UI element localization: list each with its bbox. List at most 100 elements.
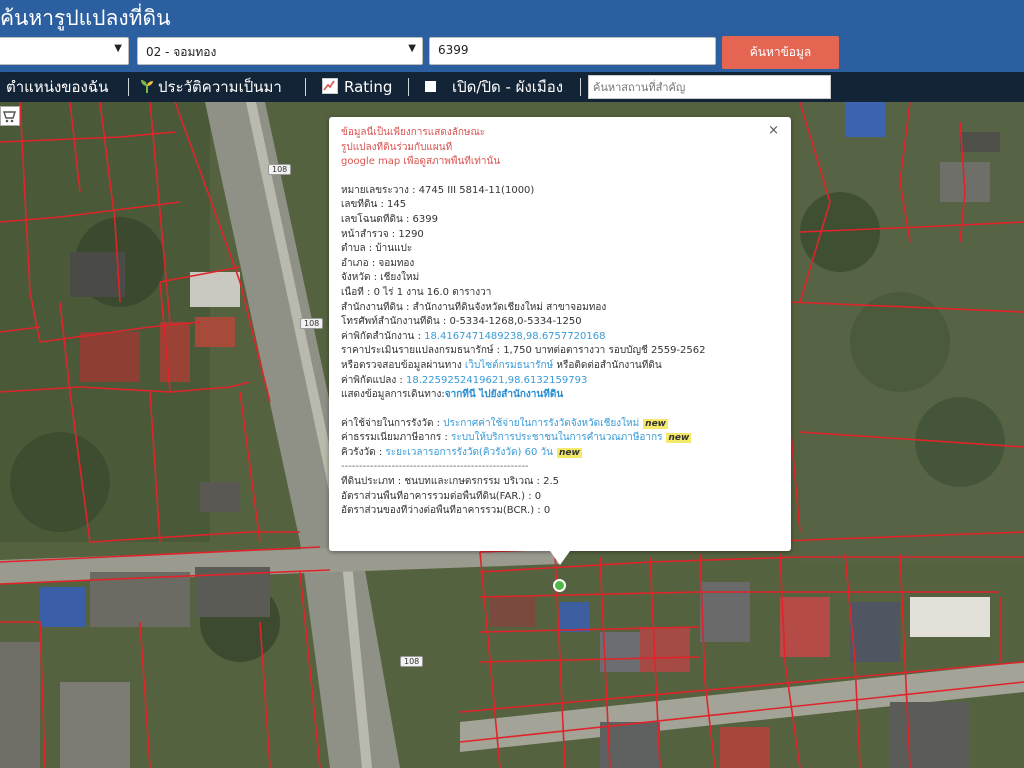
field-label: หรือติดต่อสำนักงานที่ดิน [553,359,662,371]
route-link[interactable]: จากที่นี่ ไปยังสำนักงานที่ดิน [445,389,563,400]
survey-queue-link[interactable]: ระยะเวลารอการรังวัด(คิวรังวัด) 60 วัน [385,447,553,458]
field-label: หมายเลขระวาง : [341,184,419,196]
parcel-coord-row: ค่าพิกัดแปลง : 18.2259252419621,98.61321… [341,374,779,389]
field-value: 4745 III 5814-11(1000) [418,184,535,196]
road-number-label: 108 [400,656,424,667]
place-search-input[interactable] [588,75,831,99]
verify-row: หรือตรวจสอบข้อมูลผ่านทาง เว็บไซต์กรมธนาร… [341,359,779,374]
disclaimer-line: รูปแปลงที่ดินร่วมกับแผนที่ [341,141,453,153]
close-icon[interactable]: × [768,123,779,139]
field-value: 0-5334-1268,0-5334-1250 [449,316,582,328]
parcel-info-popup: × ข้อมูลนี้เป็นเพียงการแสดงลักษณะ รูปแปล… [329,117,791,565]
field-row: ตำบล : บ้านแปะ [341,242,779,257]
field-value: 0 ไร่ 1 งาน 16.0 ตารางวา [373,286,492,298]
field-label: สำนักงานที่ดิน : [341,301,413,313]
chevron-down-icon: ▼ [114,43,122,54]
field-label: ตำบล : [341,243,376,255]
history-label: ประวัติความเป็นมา [158,78,282,96]
new-badge: new [556,447,582,458]
deed-number-input[interactable]: 6399 [429,37,716,65]
deed-number-value: 6399 [438,43,469,57]
zone-row: ที่ดินประเภท : ชนบทและเกษตรกรรม บริเวณ :… [341,476,560,488]
measure-tool-button[interactable] [0,106,20,126]
queue-row: คิวรังวัด : ระยะเวลารอการรังวัด(คิวรังวั… [341,446,779,461]
field-label: ค่าใช้จ่ายในการรังวัด : [341,417,444,429]
chart-icon [322,78,338,94]
province-select[interactable]: ▼ [0,37,129,65]
field-row: สำนักงานที่ดิน : สำนักงานที่ดินจังหวัดเช… [341,301,779,316]
field-row: เลขโฉนดที่ดิน : 6399 [341,213,779,228]
city-plan-toggle[interactable]: เปิด/ปิด - ผังเมือง [425,72,563,102]
field-label: หรือตรวจสอบข้อมูลผ่านทาง [341,359,465,371]
field-label: โทรศัพท์สำนักงานที่ดิน : [341,316,450,328]
search-button[interactable]: ค้นหาข้อมูล [722,36,839,69]
field-label: คิวรังวัด : [341,446,386,458]
new-badge: new [643,418,668,429]
disclaimer-line: google map เพื่อดูสภาพพื้นที่เท่านั้น [341,156,501,168]
cart-icon [3,111,16,123]
district-select[interactable]: 02 - จอมทอง ▼ [137,37,423,65]
toolbar: ตำแหน่งของฉัน ประวัติความเป็นมา Rating เ… [0,72,1024,102]
tax-calculator-link[interactable]: ระบบให้บริการประชาชนในการคำนวณภาษีอากร [451,432,662,443]
chevron-down-icon: ▼ [408,43,416,54]
field-label: เลขโฉนดที่ดิน : [341,213,413,225]
separator [408,78,409,96]
field-row: เนื้อที่ : 0 ไร่ 1 งาน 16.0 ตารางวา [341,286,779,301]
field-label: เนื้อที่ : [341,286,374,298]
separator [580,78,581,96]
office-coord-link[interactable]: 18.41674714892​38,98.6757720168 [424,331,605,342]
field-row: จังหวัด : เชียงใหม่ [341,271,779,286]
survey-fee-link[interactable]: ประกาศค่าใช้จ่ายในการรังวัดจังหวัดเชียงใ… [443,418,639,429]
field-row: อำเภอ : จอมทอง [341,257,779,272]
separator [128,78,129,96]
sprout-icon [141,80,153,93]
survey-fee-row: ค่าใช้จ่ายในการรังวัด : ประกาศค่าใช้จ่าย… [341,417,779,432]
field-label: ค่าพิกัดสำนักงาน : [341,330,425,342]
field-label: ค่าธรรมเนียมภาษีอากร : [341,432,452,444]
bcr-row: อัตราส่วนของที่ว่างต่อพื้นที่อาคารรวม(BC… [341,505,551,517]
field-row: หน้าสำรวจ : 1290 [341,228,779,243]
field-value: 6399 [412,213,438,225]
field-value: 145 [387,199,407,211]
separator [305,78,306,96]
office-coord-row: ค่าพิกัดสำนักงาน : 18.41674714892​38,98.… [341,330,779,345]
field-value: เชียงใหม่ [380,272,420,284]
my-location-link[interactable]: ตำแหน่งของฉัน [6,72,108,102]
road-number-label: 108 [268,164,292,175]
divider: ----------------------------------------… [341,461,529,473]
field-row: เลขที่ดิน : 145 [341,198,779,213]
field-value: 1290 [398,228,424,240]
field-label: อำเภอ : [341,257,379,269]
parcel-coord-link[interactable]: 18.2259252419621,98.6132159793 [406,375,587,386]
tax-row: ค่าธรรมเนียมภาษีอากร : ระบบให้บริการประช… [341,431,779,446]
city-plan-label: เปิด/ปิด - ผังเมือง [452,78,564,96]
field-label: หน้าสำรวจ : [341,228,399,240]
appraisal-row: ราคาประเมินรายแปลงกรมธนารักษ์ : 1,750 บา… [341,345,706,357]
road-number-label: 108 [300,318,324,329]
field-row: โทรศัพท์สำนักงานที่ดิน : 0-5334-1268,0-5… [341,315,779,330]
rating-label: Rating [344,78,393,96]
field-label: แสดงข้อมูลการเดินทาง: [341,389,445,401]
rating-link[interactable]: Rating [322,72,392,102]
new-badge: new [666,433,692,444]
top-header: ค้นหารูปแปลงที่ดิน ▼ 02 - จอมทอง ▼ 6399 … [0,0,1024,72]
field-label: จังหวัด : [341,272,381,284]
field-value: บ้านแปะ [375,243,413,255]
field-row: หมายเลขระวาง : 4745 III 5814-11(1000) [341,184,779,199]
route-row: แสดงข้อมูลการเดินทาง:จากที่นี่ ไปยังสำนั… [341,388,779,403]
parcel-marker-icon[interactable] [553,579,566,592]
field-value: สำนักงานที่ดินจังหวัดเชียงใหม่ สาขาจอมทอ… [412,301,607,313]
far-row: อัตราส่วนพื้นที่อาคารรวมต่อพื้นที่ดิน(FA… [341,490,542,502]
popup-pointer [550,551,570,565]
history-link[interactable]: ประวัติความเป็นมา [140,72,282,102]
field-label: เลขที่ดิน : [341,199,388,211]
checkbox-icon [425,81,436,92]
disclaimer-line: ข้อมูลนี้เป็นเพียงการแสดงลักษณะ [341,127,486,138]
field-label: ค่าพิกัดแปลง : [341,374,406,386]
page-title: ค้นหารูปแปลงที่ดิน [0,6,171,30]
district-select-value: 02 - จอมทอง [146,45,217,59]
field-value: จอมทอง [378,257,415,269]
treasury-website-link[interactable]: เว็บไซต์กรมธนารักษ์ [465,360,553,371]
